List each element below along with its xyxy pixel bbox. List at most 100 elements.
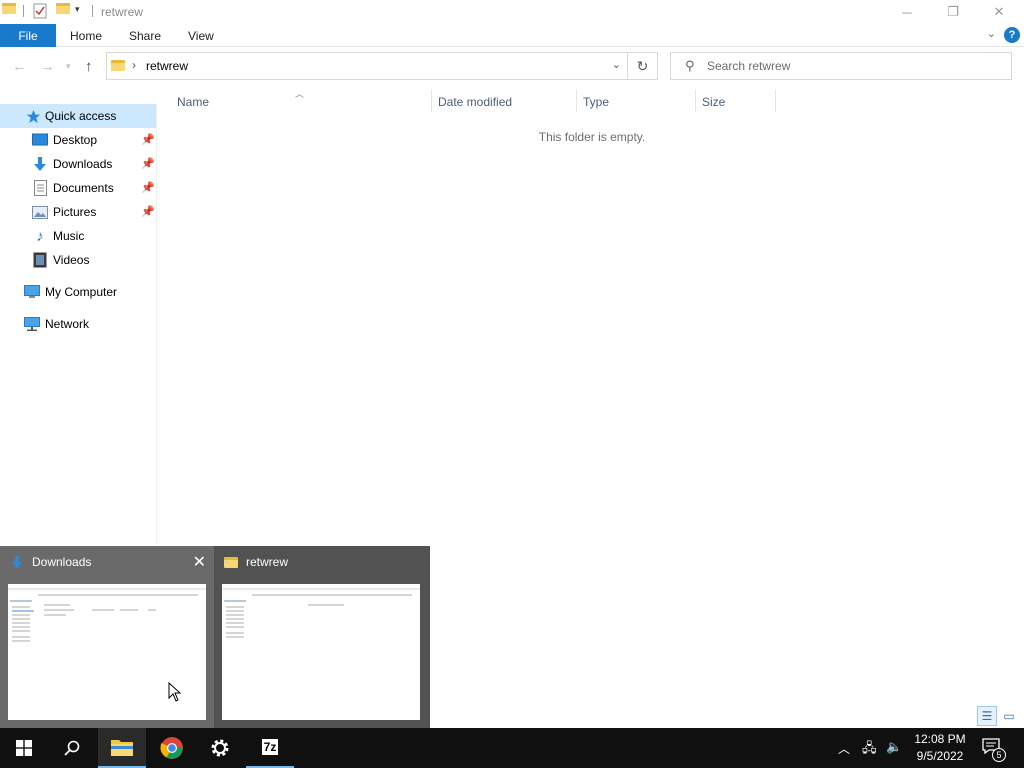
minimize-button[interactable]: ─ <box>884 0 930 24</box>
sidebar-item-quick-access[interactable]: Quick access <box>0 104 156 128</box>
sidebar-item-my-computer[interactable]: My Computer <box>0 280 156 304</box>
up-arrow-icon[interactable]: ↑ <box>85 58 93 75</box>
column-date-modified[interactable]: Date modified <box>438 95 512 109</box>
music-icon: ♪ <box>36 227 44 245</box>
large-icons-view-icon[interactable]: ▭ <box>999 706 1019 726</box>
sidebar-item-label: Videos <box>53 253 90 267</box>
toolbar-separator <box>92 5 93 17</box>
download-icon <box>32 156 48 172</box>
column-divider[interactable] <box>695 90 696 112</box>
sidebar-item-network[interactable]: Network <box>0 312 156 336</box>
pin-icon[interactable]: 📌 <box>141 205 155 218</box>
address-history-chevron-icon[interactable]: ⌄ <box>612 58 621 71</box>
sidebar-item-label: Music <box>53 229 85 243</box>
taskbar-7zip[interactable]: 7z <box>246 728 294 768</box>
sidebar-item-label: Network <box>45 317 90 331</box>
column-type[interactable]: Type <box>583 95 609 109</box>
navigation-pane: Quick access Desktop 📌 Downloads 📌 Docum… <box>0 104 156 544</box>
close-icon[interactable]: ✕ <box>193 552 206 572</box>
column-divider[interactable] <box>431 90 432 112</box>
mouse-cursor-icon <box>168 682 182 702</box>
restore-button[interactable]: ❐ <box>930 0 976 24</box>
file-explorer-icon <box>111 740 133 756</box>
star-icon <box>25 108 41 124</box>
start-icon <box>16 740 32 756</box>
tab-share[interactable]: Share <box>129 24 161 47</box>
details-view-icon[interactable]: ☰ <box>977 706 997 726</box>
taskbar-settings[interactable] <box>196 728 244 768</box>
forward-arrow-icon[interactable]: → <box>40 58 55 75</box>
pin-icon[interactable]: 📌 <box>141 181 155 194</box>
sidebar-item-documents[interactable]: Documents 📌 <box>0 176 156 200</box>
sidebar-item-videos[interactable]: Videos <box>0 248 156 272</box>
search-box[interactable]: ⚲ <box>670 52 1012 80</box>
clock-date[interactable]: 9/5/2022 <box>914 749 966 763</box>
thumbnail-title: Downloads <box>32 555 92 569</box>
sidebar-item-label: Desktop <box>53 133 98 147</box>
network-tray-icon[interactable]: 🖧 <box>862 739 877 761</box>
column-headers: ︿ Name Date modified Type Size <box>157 88 1024 114</box>
breadcrumb-current[interactable]: retwrew <box>146 59 188 73</box>
search-button[interactable] <box>48 728 96 768</box>
taskbar: 7z ︿ 🖧 🔈 12:08 PM 9/5/2022 5 <box>0 728 1024 768</box>
column-size[interactable]: Size <box>702 95 725 109</box>
sidebar-item-pictures[interactable]: Pictures 📌 <box>0 200 156 224</box>
settings-icon <box>211 739 229 757</box>
desktop-icon <box>32 132 48 148</box>
expand-ribbon-chevron-icon[interactable]: ⌄ <box>987 27 996 40</box>
sidebar-item-label: My Computer <box>45 285 118 299</box>
properties-icon[interactable] <box>33 3 49 19</box>
taskbar-file-explorer[interactable] <box>98 728 146 768</box>
tab-home[interactable]: Home <box>70 24 102 47</box>
sidebar-item-music[interactable]: ♪ Music <box>0 224 156 248</box>
download-icon <box>10 554 24 570</box>
column-name[interactable]: Name <box>177 95 209 109</box>
tab-file[interactable]: File <box>0 24 56 47</box>
help-icon[interactable]: ? <box>1004 27 1020 43</box>
start-button[interactable] <box>0 728 48 768</box>
recent-locations-chevron-icon[interactable]: ▾ <box>66 61 71 72</box>
new-folder-icon[interactable] <box>56 3 72 19</box>
thumbnail-title: retwrew <box>246 555 289 569</box>
back-arrow-icon[interactable]: ← <box>12 58 27 75</box>
network-icon <box>24 316 40 332</box>
close-button[interactable]: ✕ <box>976 0 1022 24</box>
thumbnail-preview <box>222 584 420 720</box>
pin-icon[interactable]: 📌 <box>141 133 155 146</box>
computer-icon <box>24 284 40 300</box>
search-icon <box>64 740 80 756</box>
tab-view[interactable]: View <box>188 24 214 47</box>
column-divider[interactable] <box>775 90 776 112</box>
sidebar-item-label: Downloads <box>53 157 113 171</box>
refresh-button[interactable]: ↻ <box>628 52 658 80</box>
refresh-icon: ↻ <box>636 57 649 74</box>
7zip-icon: 7z <box>261 739 279 755</box>
taskbar-chrome[interactable] <box>148 728 196 768</box>
pin-icon[interactable]: 📌 <box>141 157 155 170</box>
sidebar-item-label: Quick access <box>45 109 117 123</box>
videos-icon <box>32 252 48 268</box>
taskbar-thumbnail-popup: Downloads ✕ retwrew <box>0 546 430 728</box>
show-hidden-icons-chevron-icon[interactable]: ︿ <box>838 740 850 757</box>
sidebar-item-desktop[interactable]: Desktop 📌 <box>0 128 156 152</box>
folder-icon <box>111 60 125 71</box>
ribbon-tabs: File Home Share View ⌄ ? <box>0 24 1024 47</box>
sidebar-item-downloads[interactable]: Downloads 📌 <box>0 152 156 176</box>
pane-divider[interactable] <box>156 104 157 544</box>
navigation-bar: ← → ▾ ↑ › retwrew ⌄ ↻ ⚲ <box>0 48 1024 86</box>
desktop-screen: ▾ retwrew ─ ❐ ✕ File Home Share View ⌄ ?… <box>0 0 1024 768</box>
sidebar-item-label: Documents <box>53 181 114 195</box>
sort-ascending-icon: ︿ <box>295 89 305 99</box>
search-icon: ⚲ <box>685 58 695 73</box>
address-bar[interactable]: › retwrew ⌄ <box>106 52 628 80</box>
column-divider[interactable] <box>576 90 577 112</box>
breadcrumb-chevron-icon[interactable]: › <box>132 58 136 72</box>
window-title: retwrew <box>101 5 144 19</box>
search-input[interactable] <box>707 57 997 75</box>
empty-folder-message: This folder is empty. <box>538 130 646 144</box>
customize-toolbar-chevron-icon[interactable]: ▾ <box>75 4 91 20</box>
folder-icon <box>2 3 18 19</box>
volume-icon[interactable]: 🔈 <box>886 739 902 755</box>
clock-time[interactable]: 12:08 PM <box>914 732 966 746</box>
thumbnail-retwrew[interactable]: retwrew <box>214 546 428 728</box>
